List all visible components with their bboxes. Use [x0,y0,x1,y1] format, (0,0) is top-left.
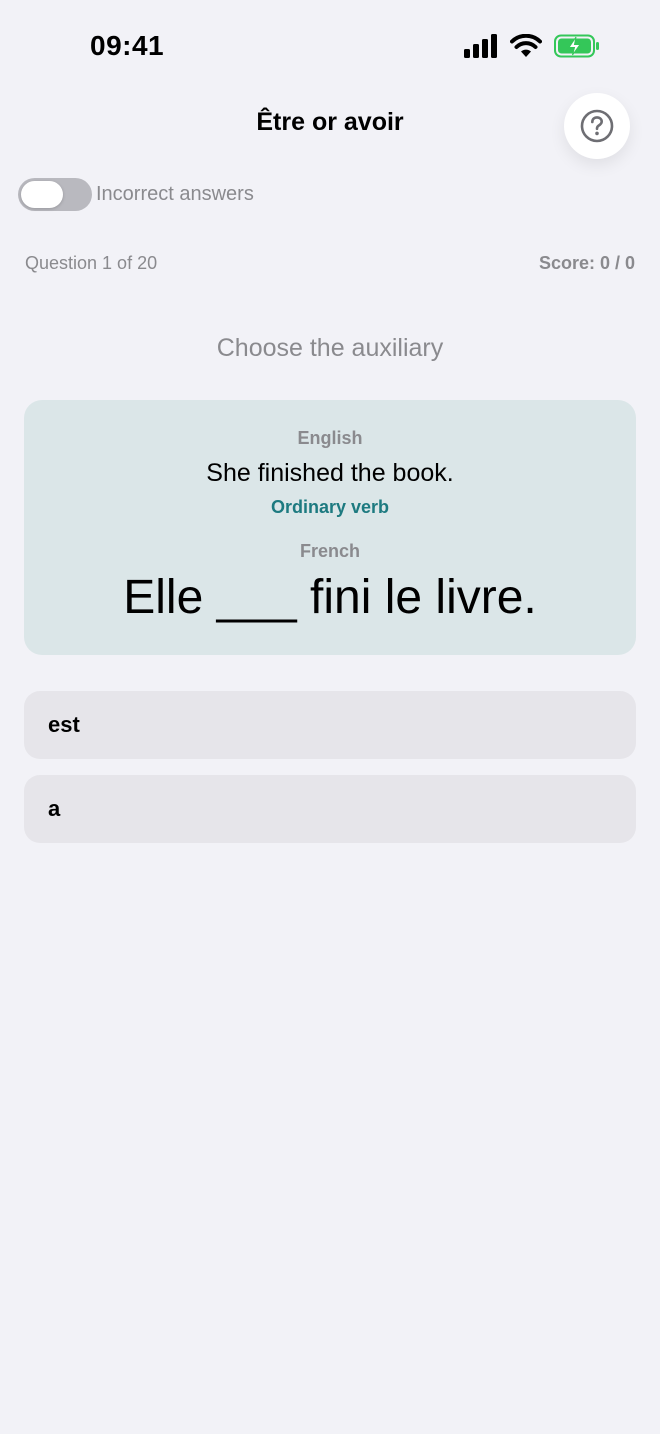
french-label: French [299,541,360,561]
verb-type-label: Ordinary verb [270,497,390,517]
toggle-label: Incorrect answers [96,183,254,205]
answer-label: est [48,712,80,737]
question-card: English She finished the book. Ordinary … [24,400,636,655]
score-label: Score: 0 / 0 [538,253,635,273]
battery-charging-icon [554,34,599,58]
status-bar: 09:41 [0,0,660,96]
answer-option-est[interactable]: est [24,691,636,759]
toggle-knob [21,181,63,208]
english-label: English [297,428,363,448]
incorrect-answers-filter: Incorrect answers [18,178,254,211]
french-sentence: Elle ___ fini le livre. [123,571,537,624]
answer-label: a [48,796,61,821]
question-progress: Question 1 of 20 [25,253,158,273]
wifi-icon [510,34,542,57]
help-button[interactable] [564,93,630,159]
instruction-text: Choose the auxiliary [216,334,444,362]
question-mark-icon [580,109,614,143]
status-time: 09:41 [90,30,165,61]
status-icons [464,34,600,58]
incorrect-answers-toggle[interactable] [18,178,92,211]
english-sentence: She finished the book. [206,459,454,487]
answer-option-a[interactable]: a [24,775,636,843]
page-title: Être or avoir [256,108,404,136]
signal-icon [464,34,497,58]
